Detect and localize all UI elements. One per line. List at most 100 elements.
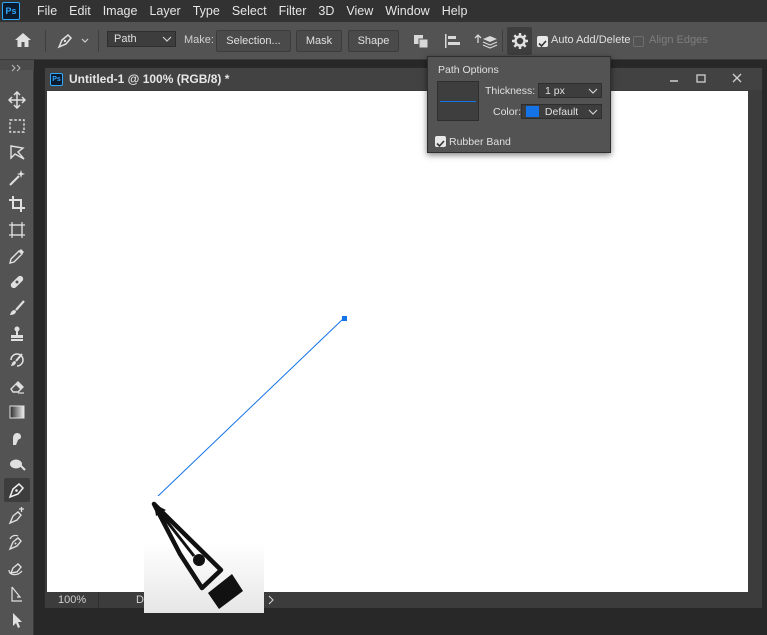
pen-cursor-overlay <box>144 496 264 613</box>
frame-icon <box>9 222 25 238</box>
document-title: Untitled-1 @ 100% (RGB/8) * <box>69 72 230 86</box>
path-options-gear-button[interactable] <box>507 27 532 55</box>
path-preview <box>437 81 479 121</box>
path-alignment-icon <box>445 34 460 48</box>
brush-tool[interactable] <box>4 296 30 320</box>
lasso-tool[interactable] <box>4 140 30 164</box>
auto-add-delete-checkbox[interactable] <box>537 36 548 48</box>
maximize-icon <box>696 74 706 83</box>
menu-filter[interactable]: Filter <box>273 0 313 22</box>
chevron-down-icon <box>588 88 598 94</box>
path-arrangement-button[interactable] <box>474 31 498 56</box>
magic-wand-tool[interactable] <box>4 166 30 190</box>
menu-bar: Ps File Edit Image Layer Type Select Fil… <box>0 0 767 22</box>
pen-tool[interactable] <box>4 478 30 502</box>
color-label: Color: <box>493 106 522 118</box>
freeform-pen-tool[interactable] <box>4 504 30 528</box>
healing-brush-icon <box>10 275 24 289</box>
make-selection-button[interactable]: Selection... <box>216 30 291 52</box>
marquee-tool[interactable] <box>4 114 30 138</box>
path-segment <box>155 317 345 499</box>
chevron-down-icon <box>588 109 598 115</box>
menu-layer[interactable]: Layer <box>143 0 186 22</box>
stamp-icon <box>11 326 23 341</box>
add-anchor-icon <box>8 534 22 551</box>
minimize-button[interactable] <box>659 68 689 88</box>
menu-3d[interactable]: 3D <box>312 0 340 22</box>
anchor-point[interactable] <box>342 316 347 321</box>
pen-cursor-icon <box>151 501 243 609</box>
path-operations-button[interactable] <box>411 32 431 55</box>
document-ps-icon: Ps <box>50 72 63 86</box>
menu-select[interactable]: Select <box>226 0 273 22</box>
color-select[interactable]: Default <box>521 104 602 119</box>
curvature-pen-tool[interactable] <box>4 556 30 580</box>
rubber-band-label: Rubber Band <box>449 136 511 148</box>
options-bar: Path Make: Selection... Mask Shape Auto … <box>0 22 767 60</box>
curvature-pen-icon <box>8 563 23 576</box>
menu-view[interactable]: View <box>340 0 379 22</box>
make-label: Make: <box>184 34 214 46</box>
menu-image[interactable]: Image <box>97 0 144 22</box>
color-value: Default <box>544 106 579 118</box>
home-icon <box>15 33 31 47</box>
healing-brush-tool[interactable] <box>4 270 30 294</box>
clone-stamp-tool[interactable] <box>4 322 30 346</box>
menu-edit[interactable]: Edit <box>63 0 97 22</box>
checkmark-icon <box>436 140 445 148</box>
make-shape-button[interactable]: Shape <box>348 30 399 52</box>
menu-type[interactable]: Type <box>187 0 226 22</box>
gear-icon <box>511 33 528 49</box>
pen-mode-value: Path <box>114 33 137 45</box>
minimize-icon <box>670 80 678 82</box>
menu-help[interactable]: Help <box>436 0 474 22</box>
path-selection-icon <box>11 586 22 602</box>
history-brush-icon <box>10 353 24 367</box>
toolbar-grip[interactable] <box>0 60 34 72</box>
eraser-icon <box>10 381 24 394</box>
thickness-select[interactable]: 1 px <box>538 83 602 98</box>
menu-window[interactable]: Window <box>379 0 435 22</box>
close-button[interactable] <box>722 68 752 88</box>
magic-wand-icon <box>9 170 25 186</box>
direct-selection-tool[interactable] <box>4 608 30 632</box>
photoshop-logo[interactable]: Ps <box>2 2 20 20</box>
eyedropper-icon <box>9 249 24 264</box>
auto-add-delete-label: Auto Add/Delete <box>551 34 631 46</box>
thickness-value: 1 px <box>545 85 565 97</box>
smudge-tool[interactable] <box>4 426 30 450</box>
zoom-level[interactable]: 100% <box>58 594 86 606</box>
gradient-tool[interactable] <box>4 400 30 424</box>
add-anchor-point-tool[interactable] <box>4 530 30 554</box>
smudge-icon <box>13 433 21 445</box>
crop-tool[interactable] <box>4 192 30 216</box>
history-brush-tool[interactable] <box>4 348 30 372</box>
lasso-icon <box>10 145 25 160</box>
rubber-band-checkbox[interactable] <box>435 136 446 148</box>
path-options-title: Path Options <box>438 64 499 76</box>
pen-icon <box>8 482 25 499</box>
path-selection-tool[interactable] <box>4 582 30 606</box>
path-options-panel: Path Options Thickness: 1 px Color: Defa… <box>427 56 611 153</box>
frame-tool[interactable] <box>4 218 30 242</box>
document-tab[interactable]: Ps Untitled-1 @ 100% (RGB/8) * <box>45 68 762 90</box>
brush-icon <box>10 300 25 315</box>
status-menu-arrow[interactable] <box>267 593 275 610</box>
eyedropper-tool[interactable] <box>4 244 30 268</box>
document-info[interactable]: D <box>136 594 144 606</box>
align-edges-label: Align Edges <box>649 34 708 46</box>
close-icon <box>732 73 742 83</box>
path-alignment-button[interactable] <box>443 32 465 55</box>
dodge-tool[interactable] <box>4 452 30 476</box>
vertical-scrollbar[interactable] <box>749 91 762 592</box>
pen-mode-select[interactable]: Path <box>107 31 176 47</box>
thickness-label: Thickness: <box>485 85 536 97</box>
eraser-tool[interactable] <box>4 374 30 398</box>
make-mask-button[interactable]: Mask <box>296 30 342 52</box>
move-tool[interactable] <box>4 88 30 112</box>
maximize-button[interactable] <box>686 68 716 88</box>
dodge-icon <box>10 459 26 471</box>
tool-preset-picker[interactable] <box>56 32 90 55</box>
home-button[interactable] <box>13 31 33 54</box>
menu-file[interactable]: File <box>31 0 63 22</box>
